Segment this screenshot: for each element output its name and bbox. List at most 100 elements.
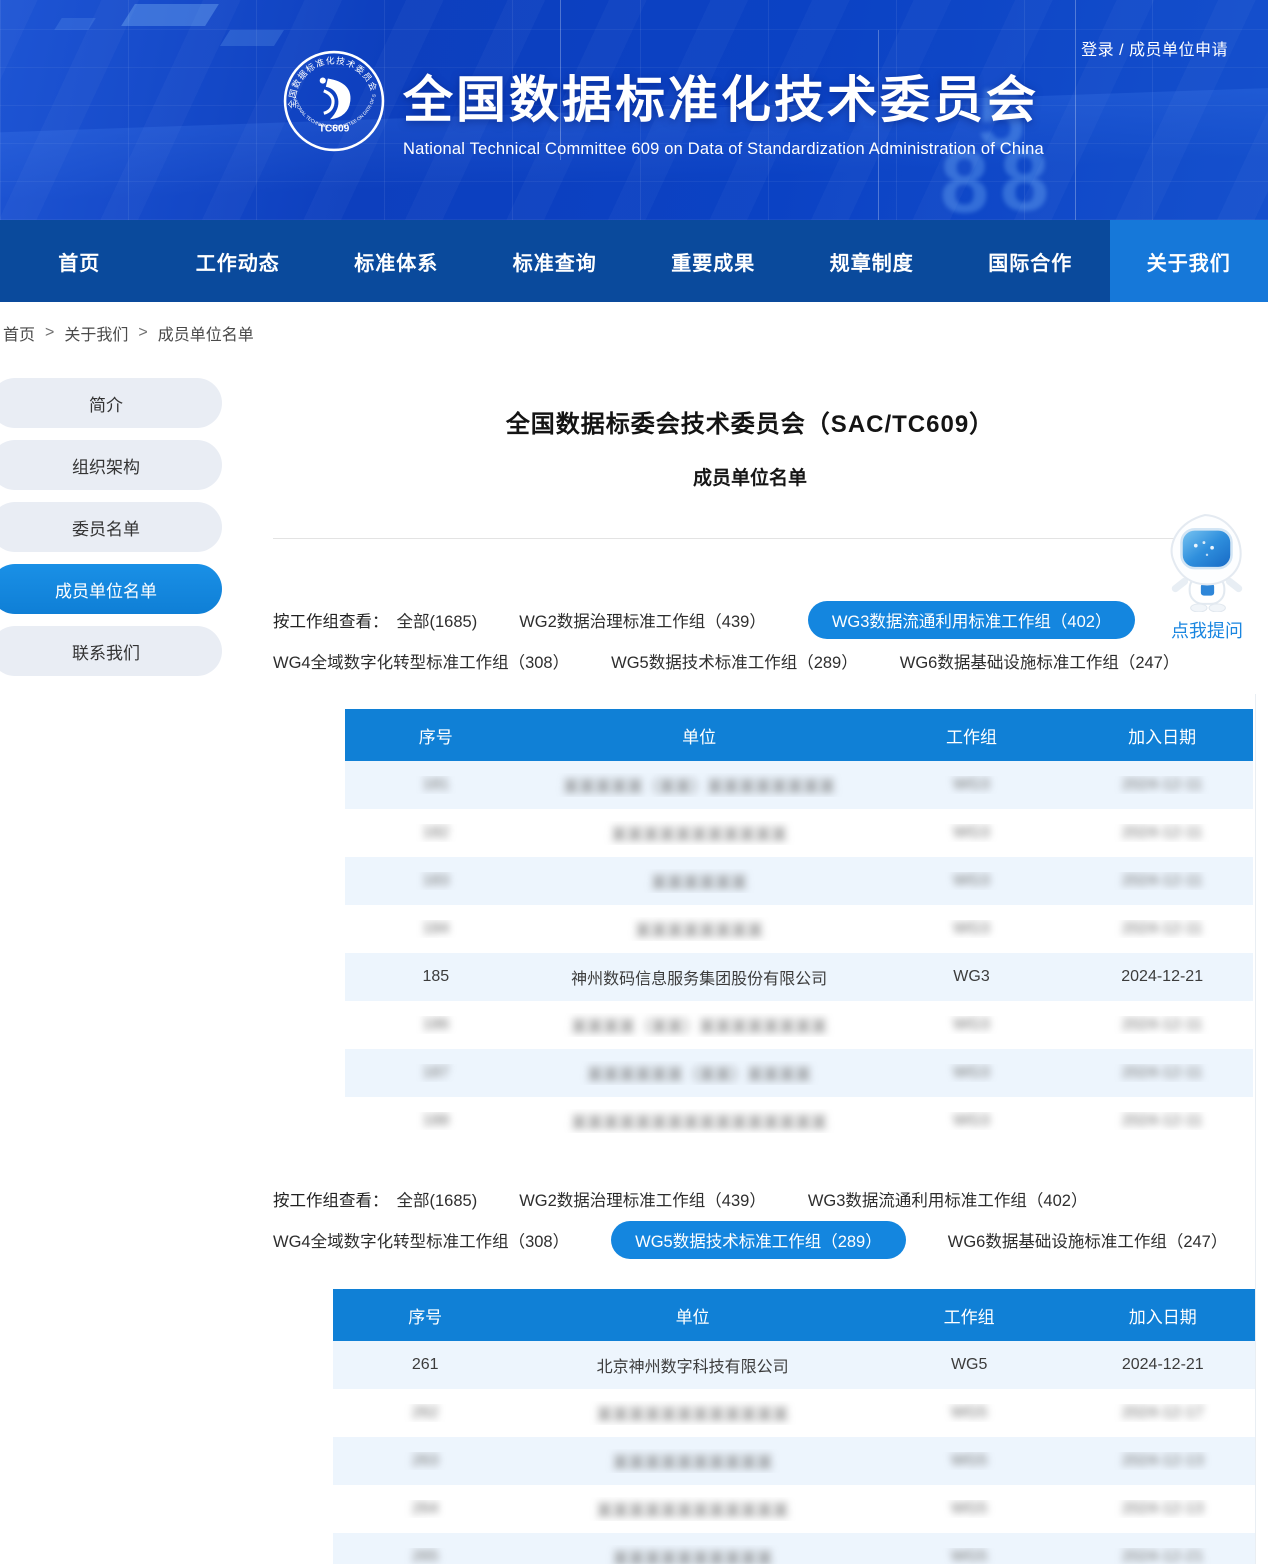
breadcrumb-link[interactable]: 关于我们 bbox=[64, 321, 128, 345]
cell-text-no: 261 bbox=[412, 1356, 439, 1374]
cell-no: 264 bbox=[333, 1500, 517, 1518]
cell-no: 188 bbox=[345, 1112, 527, 1130]
cell-group: WG3 bbox=[872, 872, 1072, 890]
cell-unit: 某某某某（某某）某某某某某某某某 bbox=[527, 1013, 872, 1037]
cell-text-date: 2024-12-13 bbox=[1122, 1452, 1204, 1470]
table-row: 261北京神州数字科技有限公司WG52024-12-21 bbox=[333, 1341, 1255, 1389]
cell-unit: 某某某某某某某某某某某某 bbox=[517, 1401, 867, 1425]
nav-item-3[interactable]: 标准体系 bbox=[317, 220, 476, 302]
cell-unit: 某某某某某某 bbox=[527, 869, 872, 893]
table-row: 187某某某某某某（某某）某某某某WG32024-12-11 bbox=[345, 1049, 1253, 1097]
cell-no: 186 bbox=[345, 1016, 527, 1034]
nav-item-4[interactable]: 标准查询 bbox=[476, 220, 635, 302]
cell-no: 262 bbox=[333, 1404, 517, 1422]
table-body: 261 北京神州数字科技有限公司 WG5 2024-12-21 262 某某某某某某某某某… bbox=[333, 1341, 1255, 1564]
cell-text-unit: 某某某某某某某某 bbox=[635, 917, 763, 941]
filter-option-3[interactable]: WG3数据流通利用标准工作组（402） bbox=[808, 1187, 1088, 1211]
cell-unit: 神州数码信息服务集团股份有限公司 bbox=[527, 965, 872, 989]
cell-text-no: 182 bbox=[422, 824, 449, 842]
nav-item-6[interactable]: 规章制度 bbox=[793, 220, 952, 302]
cell-group: WG3 bbox=[872, 1016, 1072, 1034]
main-content: 全国数据标委会技术委员会（SAC/TC609） 成员单位名单 bbox=[245, 364, 1255, 1564]
nav-item-2[interactable]: 工作动态 bbox=[159, 220, 318, 302]
cell-text-group: WG3 bbox=[953, 1064, 989, 1082]
sidebar-item-1[interactable]: 简介 bbox=[0, 378, 222, 428]
nav-item-1[interactable]: 首页 bbox=[0, 220, 159, 302]
cell-text-group: WG5 bbox=[951, 1404, 987, 1422]
site-logo[interactable]: 全国数据标准化技术委员会 NATIONAL TECHNICAL COMMITTE… bbox=[283, 50, 385, 152]
filter-line-1: 按工作组查看：全部(1685)WG2数据治理标准工作组（439）WG3数据流通利… bbox=[273, 601, 1227, 639]
sidebar-item-2[interactable]: 组织架构 bbox=[0, 440, 222, 490]
table-row: 182某某某某某某某某某某某WG32024-12-11 bbox=[345, 809, 1253, 857]
cell-date: 2024-12-11 bbox=[1071, 1064, 1253, 1082]
cell-text-unit: 某某某某某某某某某某某某某某某某 bbox=[571, 1109, 827, 1133]
cell-unit: 某某某某某某某某某某某 bbox=[527, 821, 872, 845]
filter-option-3[interactable]: WG3数据流通利用标准工作组（402） bbox=[808, 601, 1136, 639]
sidebar: 简介组织架构委员名单成员单位名单联系我们 bbox=[0, 378, 222, 676]
cell-text-date: 2024-12-21 bbox=[1122, 1548, 1204, 1564]
filter-option-6[interactable]: WG6数据基础设施标准工作组（247） bbox=[948, 1228, 1228, 1252]
svg-text:TC609: TC609 bbox=[319, 124, 350, 135]
page-body: 简介组织架构委员名单成员单位名单联系我们 全国数据标委会技术委员会（SAC/TC… bbox=[0, 364, 1268, 1564]
cell-unit: 北京神州数字科技有限公司 bbox=[517, 1353, 867, 1377]
cell-group: WG5 bbox=[868, 1452, 1071, 1470]
page-subtitle: 成员单位名单 bbox=[245, 463, 1255, 490]
filter-option-1[interactable]: 全部(1685) bbox=[397, 608, 478, 632]
breadcrumb: 首页>关于我们>成员单位名单 bbox=[0, 302, 1268, 364]
cell-text-unit: 某某某某某某 bbox=[651, 869, 747, 893]
cell-unit: 某某某某某某某某某某 bbox=[517, 1545, 867, 1564]
sidebar-item-4[interactable]: 成员单位名单 bbox=[0, 564, 222, 614]
content-edge-line bbox=[1255, 694, 1256, 1564]
cell-text-date: 2024-12-11 bbox=[1122, 872, 1203, 890]
cell-text-date: 2024-12-21 bbox=[1121, 968, 1203, 986]
cell-unit: 某某某某某某某某某某某某某某某某 bbox=[527, 1109, 872, 1133]
filter-option-2[interactable]: WG2数据治理标准工作组（439） bbox=[519, 1187, 766, 1211]
filter-option-4[interactable]: WG4全域数字化转型标准工作组（308） bbox=[273, 1228, 569, 1252]
filter-option-6[interactable]: WG6数据基础设施标准工作组（247） bbox=[900, 649, 1180, 673]
table-row: 263某某某某某某某某某某WG52024-12-13 bbox=[333, 1437, 1255, 1485]
cell-date: 2024-12-11 bbox=[1071, 776, 1253, 794]
cell-text-no: 262 bbox=[412, 1404, 439, 1422]
table-header-row: 序号单位工作组加入日期 bbox=[345, 709, 1253, 761]
assistant-widget[interactable]: 点我提问 bbox=[1161, 514, 1253, 643]
filter-option-4[interactable]: WG4全域数字化转型标准工作组（308） bbox=[273, 649, 569, 673]
table-header-row: 序号单位工作组加入日期 bbox=[333, 1289, 1255, 1341]
assistant-label[interactable]: 点我提问 bbox=[1161, 617, 1253, 643]
cell-text-date: 2024-12-11 bbox=[1122, 1112, 1203, 1130]
cell-unit: 某某某某某某某某某某某某 bbox=[517, 1497, 867, 1521]
cell-group: WG5 bbox=[868, 1548, 1071, 1564]
column-header-unit: 单位 bbox=[527, 723, 872, 748]
main-nav: 首页工作动态标准体系标准查询重要成果规章制度国际合作关于我们 bbox=[0, 220, 1268, 302]
filter-option-5[interactable]: WG5数据技术标准工作组（289） bbox=[611, 1221, 906, 1259]
cell-text-date: 2024-12-11 bbox=[1122, 1016, 1203, 1034]
cell-group: WG3 bbox=[872, 1064, 1072, 1082]
sidebar-item-5[interactable]: 联系我们 bbox=[0, 626, 222, 676]
cell-date: 2024-12-13 bbox=[1071, 1500, 1255, 1518]
cell-text-group: WG5 bbox=[951, 1500, 987, 1518]
nav-item-8[interactable]: 关于我们 bbox=[1110, 220, 1268, 302]
table-row: 185神州数码信息服务集团股份有限公司WG32024-12-21 bbox=[345, 953, 1253, 1001]
filter-option-1[interactable]: 全部(1685) bbox=[397, 1187, 478, 1211]
table-body: 181某某某某某（某某）某某某某某某某某WG32024-12-11182某某某某… bbox=[345, 761, 1253, 1145]
nav-item-5[interactable]: 重要成果 bbox=[634, 220, 793, 302]
column-header-unit: 单位 bbox=[517, 1303, 867, 1328]
cell-text-no: 265 bbox=[412, 1548, 439, 1564]
cell-text-no: 181 bbox=[422, 776, 449, 794]
filter-option-5[interactable]: WG5数据技术标准工作组（289） bbox=[611, 649, 858, 673]
page-title: 全国数据标委会技术委员会（SAC/TC609） bbox=[245, 364, 1255, 439]
sidebar-item-3[interactable]: 委员名单 bbox=[0, 502, 222, 552]
login-member-apply-link[interactable]: 登录 / 成员单位申请 bbox=[1081, 36, 1228, 60]
cell-text-unit: 某某某某某某某某某某某某 bbox=[597, 1401, 789, 1425]
breadcrumb-link[interactable]: 首页 bbox=[3, 321, 35, 345]
column-header-no: 序号 bbox=[345, 723, 527, 748]
cell-text-group: WG5 bbox=[951, 1452, 987, 1470]
assistant-robot-icon bbox=[1163, 514, 1251, 612]
cell-date: 2024-12-17 bbox=[1071, 1404, 1255, 1422]
filter-option-2[interactable]: WG2数据治理标准工作组（439） bbox=[519, 608, 766, 632]
cell-text-group: WG3 bbox=[953, 776, 989, 794]
cell-text-group: WG5 bbox=[951, 1356, 987, 1374]
nav-item-7[interactable]: 国际合作 bbox=[951, 220, 1110, 302]
cell-text-group: WG3 bbox=[953, 1016, 989, 1034]
member-section-wg5: 按工作组查看：全部(1685)WG2数据治理标准工作组（439）WG3数据流通利… bbox=[273, 1181, 1227, 1564]
cell-text-group: WG3 bbox=[953, 1112, 989, 1130]
